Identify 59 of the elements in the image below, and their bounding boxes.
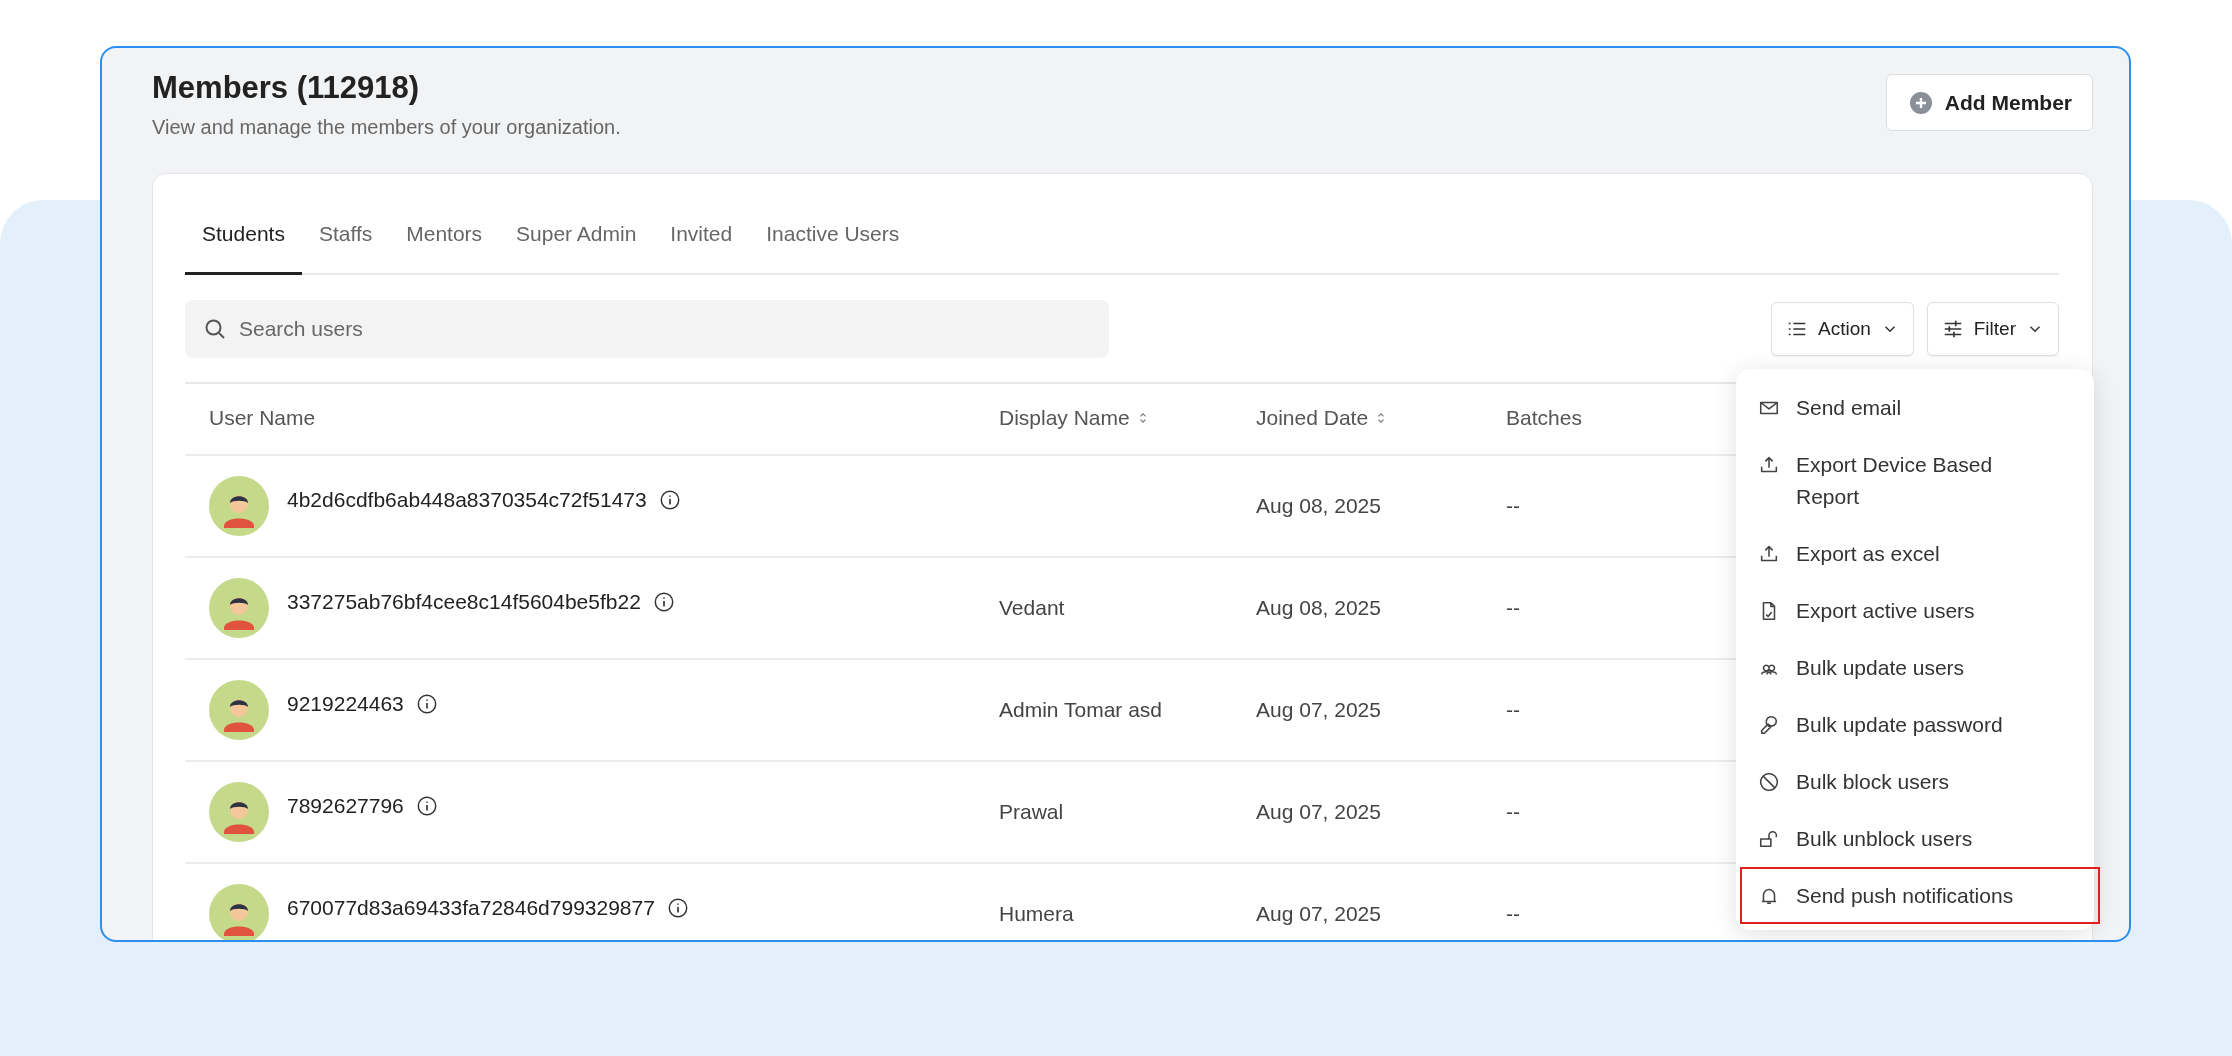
info-icon[interactable] — [415, 693, 438, 715]
display-name: Humera — [999, 902, 1074, 926]
tab[interactable]: Inactive Users — [749, 210, 917, 275]
tab[interactable]: Staffs — [301, 210, 390, 275]
user-name: 337275ab76bf4cee8c14f5604be5fb22 — [287, 590, 641, 614]
info-icon[interactable] — [652, 591, 675, 613]
key-icon — [1758, 714, 1780, 736]
avatar-icon — [209, 884, 269, 940]
search-field[interactable]: Search users — [185, 300, 1109, 358]
batches-value: -- — [1506, 596, 1520, 620]
avatar-icon — [209, 782, 269, 842]
menu-item[interactable]: Bulk block users — [1740, 753, 2100, 810]
menu-item[interactable]: Bulk update users — [1740, 639, 2100, 696]
joined-date: Aug 08, 2025 — [1256, 494, 1381, 518]
batches-value: -- — [1506, 800, 1520, 824]
unlock-icon — [1758, 828, 1780, 850]
menu-item[interactable]: Export as excel — [1740, 525, 2100, 582]
column-header: Joined Date — [1256, 406, 1369, 430]
menu-item[interactable]: Bulk update password — [1740, 696, 2100, 753]
column-header: User Name — [209, 406, 316, 430]
column-header: Batches — [1506, 406, 1582, 430]
menu-item[interactable]: Bulk unblock users — [1740, 810, 2100, 867]
user-name: 670077d83a69433fa72846d799329877 — [287, 896, 655, 920]
search-icon — [203, 317, 227, 341]
column-header: Display Name — [999, 406, 1130, 430]
tab[interactable]: Students — [185, 210, 302, 275]
tab[interactable]: Invited — [653, 210, 750, 275]
joined-date: Aug 07, 2025 — [1256, 902, 1381, 926]
info-icon[interactable] — [666, 897, 689, 919]
menu-item[interactable]: Export Device Based Report — [1740, 436, 2100, 525]
user-name: 7892627796 — [287, 794, 404, 818]
joined-date: Aug 07, 2025 — [1256, 698, 1381, 722]
page-subtitle: View and manage the members of your organization. — [152, 116, 621, 139]
batches-value: -- — [1506, 902, 1520, 926]
display-name: Vedant — [999, 596, 1065, 620]
menu-item[interactable]: Send email — [1740, 379, 2100, 436]
batches-value: -- — [1506, 494, 1520, 518]
avatar-icon — [209, 578, 269, 638]
page-title: Members (112918) — [152, 70, 421, 106]
batches-value: -- — [1506, 698, 1520, 722]
add-member-button[interactable]: Add Member — [1885, 74, 2093, 131]
avatar-icon — [209, 476, 269, 536]
user-name: 4b2d6cdfb6ab448a8370354c72f51473 — [287, 488, 647, 512]
tab[interactable]: Mentors — [389, 210, 500, 275]
avatar-icon — [209, 680, 269, 740]
menu-item[interactable]: Send push notifications — [1740, 867, 2100, 924]
joined-date: Aug 07, 2025 — [1256, 800, 1381, 824]
joined-date: Aug 08, 2025 — [1256, 596, 1381, 620]
plus-circle-icon — [1908, 90, 1933, 115]
filter-button[interactable]: Filter — [1926, 302, 2059, 356]
display-name: Admin Tomar asd — [999, 698, 1163, 722]
info-icon[interactable] — [415, 795, 438, 817]
user-name: 9219224463 — [287, 692, 404, 716]
block-icon — [1758, 771, 1780, 793]
action-button[interactable]: Action — [1770, 302, 1914, 356]
display-name: Prawal — [999, 800, 1064, 824]
tab[interactable]: Super Admin — [499, 210, 654, 275]
info-icon[interactable] — [658, 489, 681, 511]
menu-item[interactable]: Export active users — [1740, 582, 2100, 639]
